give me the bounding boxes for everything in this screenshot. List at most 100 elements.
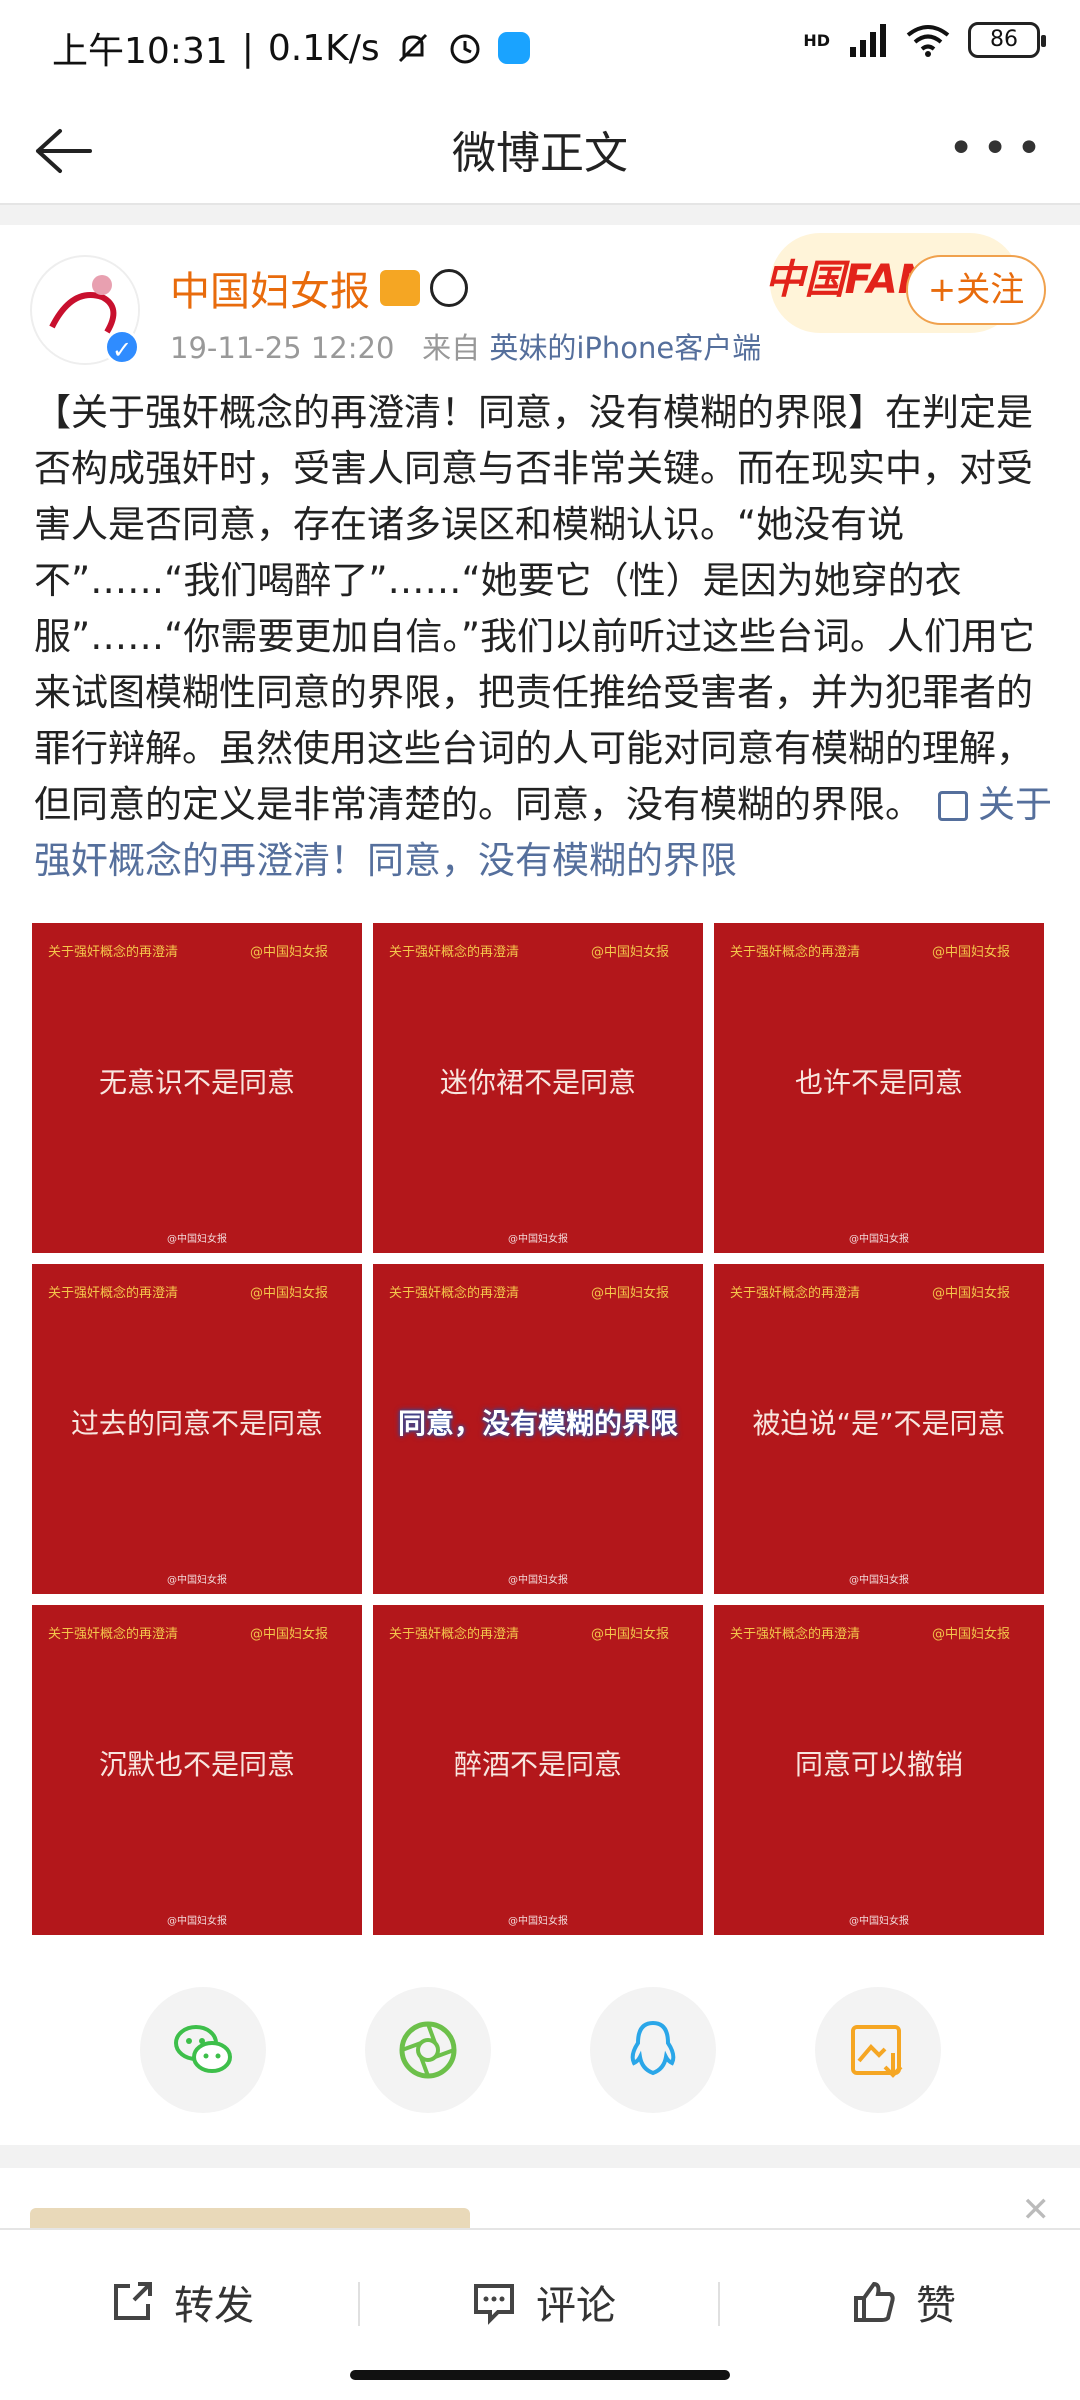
post-source[interactable]: 英妹的iPhone客户端 <box>489 331 761 365</box>
image-tile[interactable]: 关于强奸概念的再澄清 @中国妇女报 沉默也不是同意 @中国妇女报 <box>32 1605 362 1935</box>
tile-corner-right: @中国妇女报 <box>590 1627 669 1642</box>
tile-corner-left: 关于强奸概念的再澄清 <box>48 1286 179 1301</box>
status-time: 上午10:31 <box>52 31 228 72</box>
alarm-icon <box>450 34 480 64</box>
wechat-icon <box>174 2025 232 2073</box>
tile-corner-left: 关于强奸概念的再澄清 <box>730 1627 861 1642</box>
post-meta: 19-11-25 12:20 来自 英妹的iPhone客户端 <box>170 325 761 367</box>
follow-button[interactable]: +关注 <box>906 255 1046 325</box>
status-right: HD 86 <box>803 22 1046 58</box>
comment-icon <box>474 2284 514 2325</box>
tile-caption: 过去的同意不是同意 <box>70 1407 323 1440</box>
repost-icon <box>114 2282 152 2320</box>
more-options-icon[interactable]: ••• <box>948 123 1050 174</box>
tile-caption: 同意可以撤销 <box>794 1748 963 1781</box>
moments-icon <box>399 2021 457 2079</box>
save-image-button[interactable] <box>815 1987 941 2113</box>
author-name[interactable]: 中国妇女报 <box>170 259 370 317</box>
author-name-row: 中国妇女报 <box>170 259 468 317</box>
qq-icon <box>630 2020 676 2076</box>
tile-caption: 同意，没有模糊的界限 <box>397 1407 678 1440</box>
tile-footer: @中国妇女报 <box>849 1575 909 1586</box>
tile-corner-right: @中国妇女报 <box>931 1627 1010 1642</box>
tile-corner-right: @中国妇女报 <box>590 945 669 960</box>
like-button[interactable]: 赞 <box>850 2272 956 2332</box>
comment-label: 评论 <box>536 2283 616 2329</box>
next-feed-item[interactable]: ✕ <box>0 2168 1080 2228</box>
tile-footer: @中国妇女报 <box>849 1916 909 1927</box>
home-indicator[interactable] <box>350 2370 730 2380</box>
repost-button[interactable]: 转发 <box>108 2272 254 2332</box>
image-tile[interactable]: 关于强奸概念的再澄清 @中国妇女报 被迫说“是”不是同意 @中国妇女报 <box>714 1264 1044 1594</box>
tile-footer: @中国妇女报 <box>167 1575 227 1586</box>
tile-corner-right: @中国妇女报 <box>931 945 1010 960</box>
status-bar: 上午10:31 | 0.1K/s HD 86 <box>0 0 1080 95</box>
battery-indicator: 86 <box>968 22 1046 58</box>
tile-corner-left: 关于强奸概念的再澄清 <box>389 1627 520 1642</box>
image-tile[interactable]: 关于强奸概念的再澄清 @中国妇女报 同意可以撤销 @中国妇女报 <box>714 1605 1044 1935</box>
tile-corner-right: @中国妇女报 <box>249 945 328 960</box>
save-image-icon <box>851 2025 903 2078</box>
image-tile[interactable]: 关于强奸概念的再澄清 @中国妇女报 迷你裙不是同意 @中国妇女报 <box>373 923 703 1253</box>
verified-badge-icon: ✓ <box>104 329 140 365</box>
repost-label: 转发 <box>174 2283 254 2329</box>
status-net-speed: 0.1K/s <box>267 27 380 69</box>
status-left: 上午10:31 | 0.1K/s <box>52 22 530 74</box>
share-qq-button[interactable] <box>590 1987 716 2113</box>
hd-label: HD <box>803 30 830 50</box>
share-row <box>0 1987 1080 2117</box>
tile-footer: @中国妇女报 <box>508 1916 568 1927</box>
comment-button[interactable]: 评论 <box>470 2272 616 2332</box>
tile-footer: @中国妇女报 <box>167 1916 227 1927</box>
image-tile[interactable]: 关于强奸概念的再澄清 @中国妇女报 过去的同意不是同意 @中国妇女报 <box>32 1264 362 1594</box>
post-card: ✓ 中国妇女报 19-11-25 12:20 来自 英妹的iPhone客户端 中… <box>0 225 1080 2145</box>
tile-corner-left: 关于强奸概念的再澄清 <box>389 945 520 960</box>
source-prefix: 来自 <box>422 331 481 365</box>
crown-badge-icon <box>380 270 420 306</box>
tile-corner-right: @中国妇女报 <box>590 1286 669 1301</box>
tile-caption: 迷你裙不是同意 <box>439 1066 636 1099</box>
article-link-icon <box>938 791 968 821</box>
wifi-icon <box>906 25 950 57</box>
tile-caption: 沉默也不是同意 <box>98 1748 295 1781</box>
close-icon[interactable]: ✕ <box>1022 2190 1051 2228</box>
tile-corner-left: 关于强奸概念的再澄清 <box>730 945 861 960</box>
feed-thumbnail <box>30 2208 470 2228</box>
status-divider: | <box>241 27 254 69</box>
tile-corner-right: @中国妇女报 <box>249 1286 328 1301</box>
message-app-icon <box>497 32 530 64</box>
tile-caption: 也许不是同意 <box>794 1066 963 1099</box>
tile-footer: @中国妇女报 <box>849 1234 909 1245</box>
top-nav-bar: 微博正文 ••• <box>0 95 1080 205</box>
tile-footer: @中国妇女报 <box>508 1575 568 1586</box>
share-wechat-button[interactable] <box>140 1987 266 2113</box>
thumbs-up-icon <box>854 2281 895 2322</box>
post-text: 【关于强奸概念的再澄清！同意，没有模糊的界限】在判定是否构成强奸时，受害人同意与… <box>34 391 1036 826</box>
tile-corner-left: 关于强奸概念的再澄清 <box>48 1627 179 1642</box>
like-label: 赞 <box>916 2283 956 2329</box>
tile-caption: 被迫说“是”不是同意 <box>752 1407 1006 1440</box>
panda-badge-icon <box>430 269 468 307</box>
tile-corner-left: 关于强奸概念的再澄清 <box>48 945 179 960</box>
tile-corner-right: @中国妇女报 <box>249 1627 328 1642</box>
image-grid: 关于强奸概念的再澄清 @中国妇女报 无意识不是同意 @中国妇女报 关于强奸概念的… <box>32 923 1048 1935</box>
signal-icon <box>850 24 886 57</box>
tile-caption: 醉酒不是同意 <box>453 1748 622 1781</box>
divider <box>718 2282 720 2326</box>
post-body: 【关于强奸概念的再澄清！同意，没有模糊的界限】在判定是否构成强奸时，受害人同意与… <box>34 385 1054 889</box>
post-timestamp: 19-11-25 12:20 <box>170 331 395 365</box>
tile-caption: 无意识不是同意 <box>98 1066 295 1099</box>
image-tile[interactable]: 关于强奸概念的再澄清 @中国妇女报 同意，没有模糊的界限 @中国妇女报 <box>373 1264 703 1594</box>
tile-corner-right: @中国妇女报 <box>931 1286 1010 1301</box>
tile-corner-left: 关于强奸概念的再澄清 <box>389 1286 520 1301</box>
image-tile[interactable]: 关于强奸概念的再澄清 @中国妇女报 无意识不是同意 @中国妇女报 <box>32 923 362 1253</box>
tile-footer: @中国妇女报 <box>508 1234 568 1245</box>
share-moments-button[interactable] <box>365 1987 491 2113</box>
page-title: 微博正文 <box>452 128 628 179</box>
mute-icon <box>398 33 427 63</box>
tile-corner-left: 关于强奸概念的再澄清 <box>730 1286 861 1301</box>
tile-footer: @中国妇女报 <box>167 1234 227 1245</box>
divider <box>358 2282 360 2326</box>
image-tile[interactable]: 关于强奸概念的再澄清 @中国妇女报 醉酒不是同意 @中国妇女报 <box>373 1605 703 1935</box>
image-tile[interactable]: 关于强奸概念的再澄清 @中国妇女报 也许不是同意 @中国妇女报 <box>714 923 1044 1253</box>
